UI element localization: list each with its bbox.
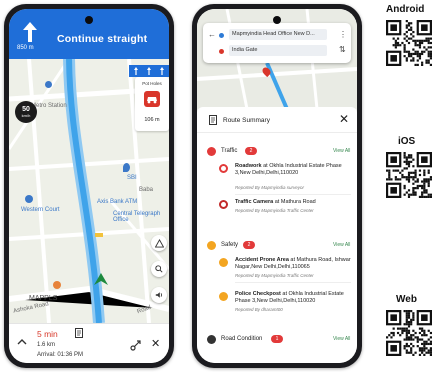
ios-qr-code[interactable] xyxy=(386,152,432,198)
divider xyxy=(235,194,351,195)
alert-reporter: Reported By dharamt00 xyxy=(235,307,283,312)
origin-dot-icon xyxy=(219,33,224,38)
category-name: Road Condition xyxy=(221,336,263,342)
hazard-alert-card[interactable]: Pot Holes 106 m xyxy=(135,77,169,131)
web-qr-code[interactable] xyxy=(386,310,432,356)
report-warning-button[interactable] xyxy=(151,235,167,251)
route-summary-sheet: Route Summary ✕ Traffic 2 View All Roadw… xyxy=(197,107,357,363)
metro-marker-icon xyxy=(45,81,52,88)
map-label-bank: Axis Bank ATM xyxy=(97,199,138,205)
destination-dot-icon xyxy=(219,49,224,54)
warning-triangle-icon xyxy=(154,238,164,248)
map-label-mapple: MAPPLS xyxy=(29,295,58,302)
accident-area-icon xyxy=(219,258,228,267)
traffic-camera-icon xyxy=(219,200,228,209)
swap-icon[interactable]: ⇅ xyxy=(339,45,346,54)
category-name: Traffic xyxy=(221,148,238,154)
speed-indicator: 50 km/h xyxy=(15,101,37,123)
bank-pin-icon xyxy=(123,163,130,172)
alert-title: Roadwork xyxy=(235,163,262,169)
map-label-western-court: Western Court xyxy=(21,207,60,213)
category-count-badge: 2 xyxy=(245,147,257,155)
category-road-condition: Road Condition 1 View All xyxy=(197,333,357,347)
route-search-panel: ← Mapmyindia Head Office New D... ⋮ Indi… xyxy=(203,23,351,63)
trip-info-bar: 5 min 1.6 km Arrival: 01:36 PM ✕ xyxy=(9,323,169,363)
alert-location: at Mathura Road xyxy=(273,199,316,205)
road-condition-category-icon xyxy=(207,335,216,344)
destination-field[interactable]: India Gate xyxy=(229,45,327,56)
safety-category-icon xyxy=(207,241,216,250)
category-name: Safety xyxy=(221,242,239,248)
close-navigation-button[interactable]: ✕ xyxy=(151,337,160,350)
navigation-phone: 850 m Continue straight Metro Station SB xyxy=(4,4,174,368)
restaurant-marker-icon xyxy=(53,281,61,289)
navigation-screen: 850 m Continue straight Metro Station SB xyxy=(9,9,169,363)
lane-arrow-icon xyxy=(146,67,151,75)
more-options-icon[interactable]: ⋮ xyxy=(339,30,347,39)
camera-punch-hole xyxy=(273,16,281,24)
car-hazard-icon xyxy=(144,91,160,107)
map-label-telegraph: Central Telegraph Office xyxy=(113,211,161,223)
android-label: Android xyxy=(386,4,425,15)
alert-title: Accident Prone Area xyxy=(235,257,289,263)
maneuver-distance: 850 m xyxy=(17,45,34,51)
eta-time: 5 min xyxy=(37,329,58,339)
search-button[interactable] xyxy=(151,261,167,277)
alert-reporter: Reported By Mapmyindia surveyor xyxy=(235,185,305,190)
court-marker-icon xyxy=(25,195,33,203)
divider xyxy=(235,282,351,283)
remaining-distance: 1.6 km xyxy=(37,342,56,348)
summary-document-icon xyxy=(209,115,217,125)
close-sheet-button[interactable]: ✕ xyxy=(339,112,349,126)
origin-field[interactable]: Mapmyindia Head Office New D... xyxy=(229,29,327,40)
web-label: Web xyxy=(396,294,417,305)
instruction-text: Continue straight xyxy=(57,33,148,45)
lane-arrow-icon xyxy=(133,67,138,75)
hazard-title: Pot Holes xyxy=(142,81,162,86)
camera-punch-hole xyxy=(85,16,93,24)
alert-reporter: Reported By Mapmyindia Traffic Center xyxy=(235,208,314,213)
alert-title: Traffic Camera xyxy=(235,199,274,205)
sheet-header: Route Summary ✕ xyxy=(197,107,357,133)
category-count-badge: 2 xyxy=(243,241,255,249)
alert-reporter: Reported By Mapmyindia Traffic Center xyxy=(235,273,314,278)
view-all-link[interactable]: View All xyxy=(333,336,350,342)
map-label-baba: Baba xyxy=(139,187,154,193)
lane-guidance xyxy=(129,65,169,77)
speed-value: 50 xyxy=(22,106,30,113)
category-count-badge: 1 xyxy=(271,335,283,343)
route-summary-icon[interactable] xyxy=(75,328,83,338)
speed-unit: km/h xyxy=(21,113,31,118)
traffic-category-icon xyxy=(207,147,216,156)
chevron-up-icon[interactable] xyxy=(17,338,27,346)
category-traffic: Traffic 2 View All xyxy=(197,145,357,159)
sound-button[interactable] xyxy=(151,287,167,303)
view-all-link[interactable]: View All xyxy=(333,242,350,248)
roadwork-alert-icon xyxy=(219,164,228,173)
map-label-sbi: SBI xyxy=(127,175,137,181)
arrival-time: Arrival: 01:36 PM xyxy=(37,352,84,358)
alternate-route-icon[interactable] xyxy=(129,338,143,352)
alert-title: Police Checkpost xyxy=(235,291,281,297)
route-summary-phone: ← Mapmyindia Head Office New D... ⋮ Indi… xyxy=(192,4,362,368)
route-summary-screen: ← Mapmyindia Head Office New D... ⋮ Indi… xyxy=(197,9,357,363)
ios-label: iOS xyxy=(398,136,416,147)
back-arrow-icon[interactable]: ← xyxy=(208,30,216,39)
straight-arrow-icon xyxy=(23,22,37,42)
search-icon xyxy=(155,265,163,273)
android-qr-code[interactable] xyxy=(386,20,432,66)
category-safety: Safety 2 View All xyxy=(197,239,357,253)
hazard-distance: 106 m xyxy=(144,117,160,123)
speaker-icon xyxy=(155,292,162,298)
police-checkpost-icon xyxy=(219,292,228,301)
lane-arrow-icon xyxy=(160,67,165,75)
view-all-link[interactable]: View All xyxy=(333,148,350,154)
sheet-title: Route Summary xyxy=(223,117,270,124)
